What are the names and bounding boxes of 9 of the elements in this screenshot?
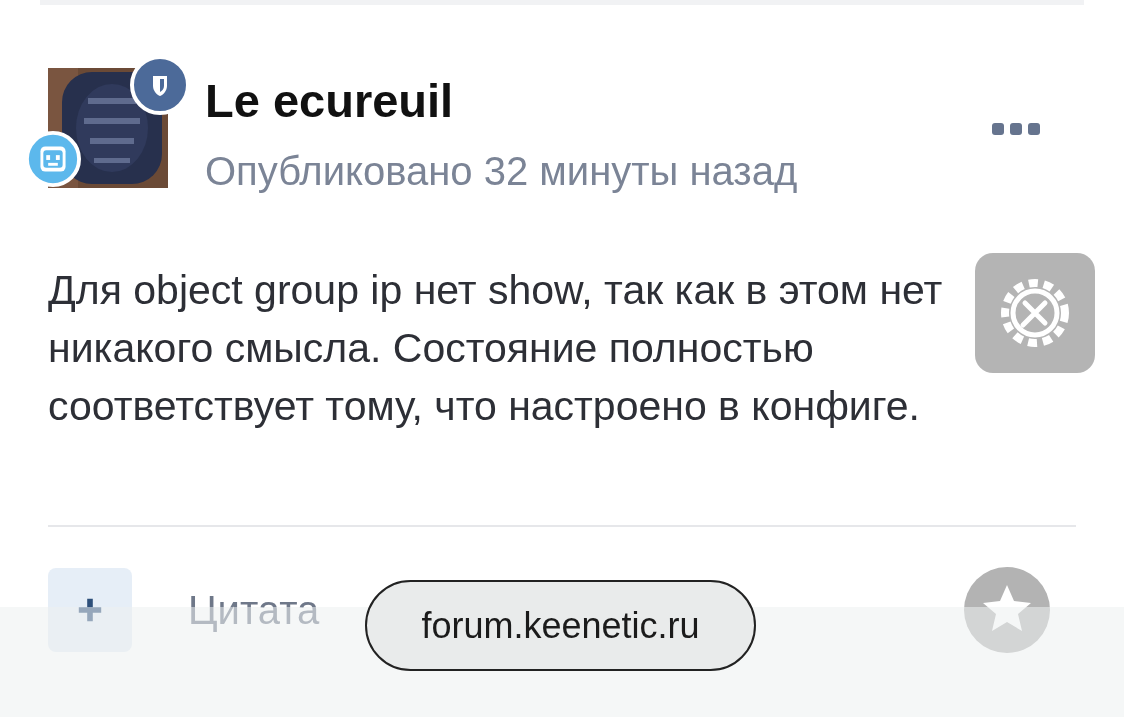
post-time: Опубликовано 32 минуты назад: [205, 148, 798, 195]
add-button[interactable]: [48, 568, 132, 652]
url-field[interactable]: forum.keenetic.ru: [365, 580, 756, 671]
more-button[interactable]: [992, 123, 1040, 135]
plus-icon: [76, 596, 104, 624]
post-text: Для object group ip нет show, так как в этом нет никакого смысла. Состояние полностью соответствует тому, что настроено в конфиге.: [48, 266, 944, 431]
author-name[interactable]: Le ecureuil: [205, 73, 798, 129]
settings-icon[interactable]: [975, 253, 1095, 373]
robot-badge-icon: [25, 131, 81, 187]
